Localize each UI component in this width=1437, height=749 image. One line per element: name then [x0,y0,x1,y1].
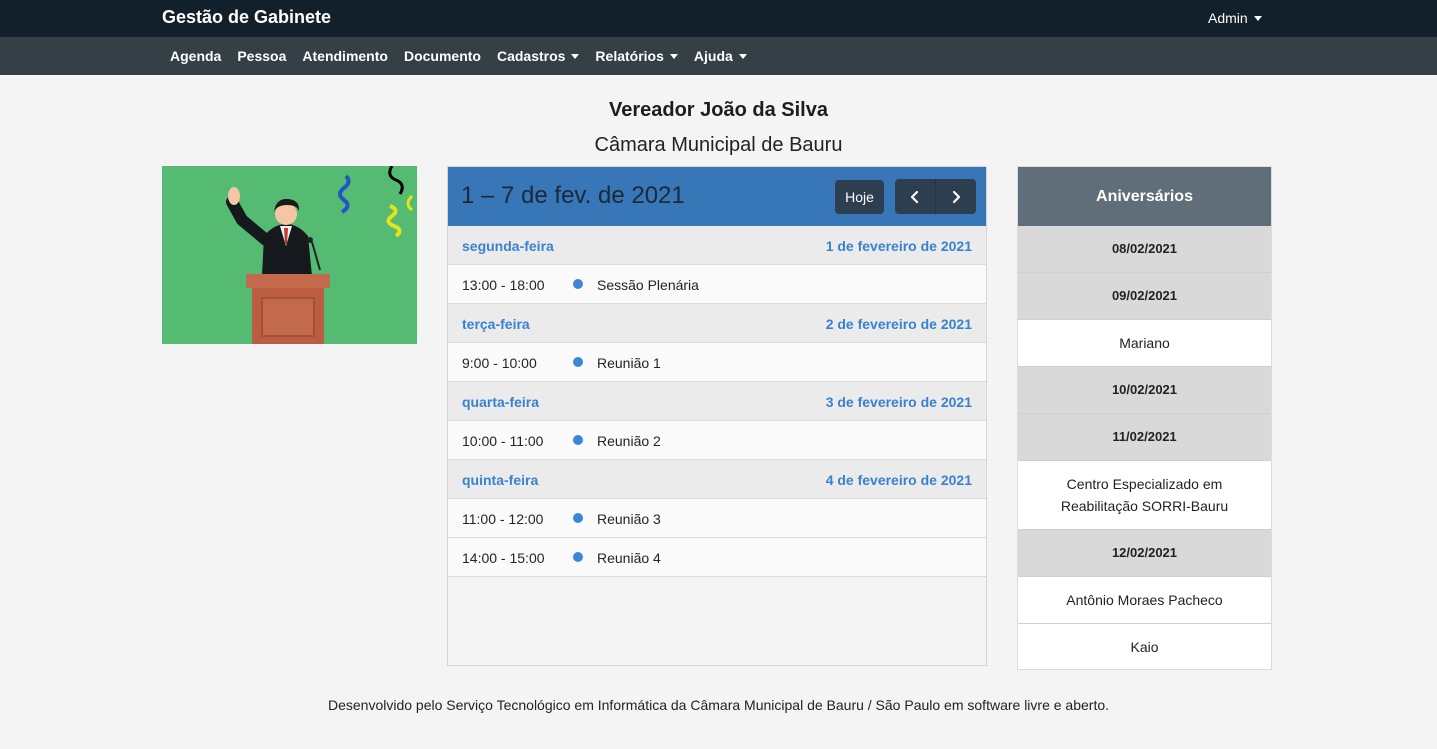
event-time: 11:00 - 12:00 [462,511,544,527]
nav-item-cadastros[interactable]: Cadastros [496,48,580,64]
event-time: 13:00 - 18:00 [462,277,545,293]
nav-item-label: Ajuda [693,48,733,64]
calendar-event[interactable]: 10:00 - 11:00 Reunião 2 [448,421,986,460]
chevron-right-icon [952,190,960,203]
caret-down-icon [1253,15,1262,21]
nav-item-label: Documento [403,48,481,64]
nav-item-atendimento[interactable]: Atendimento [302,48,388,64]
event-dot-icon [573,357,583,367]
day-date[interactable]: 1 de fevereiro de 2021 [826,238,972,254]
councilor-illustration [162,166,417,344]
user-menu[interactable]: Admin [1208,10,1262,26]
event-title: Reunião 3 [597,511,661,527]
next-week-button[interactable] [935,179,975,214]
calendar-event[interactable]: 11:00 - 12:00 Reunião 3 [448,499,986,538]
footer-link[interactable]: Câmara Municipal de Bauru [690,697,864,713]
birthday-date: 12/02/2021 [1018,530,1271,577]
prev-week-button[interactable] [895,179,935,214]
nav-list: Agenda Pessoa Atendimento Documento Cadastro… [170,37,763,75]
nav-item-label: Cadastros [496,48,566,64]
nav-item-agenda[interactable]: Agenda [170,48,221,64]
nav-item-label: Agenda [170,48,222,64]
event-dot-icon [573,513,583,523]
birthday-person: Kaio [1018,624,1271,669]
user-menu-label: Admin [1208,10,1248,26]
day-date[interactable]: 3 de fevereiro de 2021 [826,394,972,410]
calendar-event[interactable]: 9:00 - 10:00 Reunião 1 [448,343,986,382]
footer: Desenvolvido pelo Serviço Tecnológico em… [0,697,1437,713]
event-time: 14:00 - 15:00 [462,550,545,566]
event-title: Reunião 1 [597,355,661,371]
day-weekday[interactable]: segunda-feira [462,238,554,254]
event-title: Reunião 2 [597,433,661,449]
birthday-date: 09/02/2021 [1018,273,1271,320]
nav-item-label: Pessoa [237,48,287,64]
brand-title[interactable]: Gestão de Gabinete [162,7,331,28]
day-date[interactable]: 4 de fevereiro de 2021 [826,472,972,488]
day-weekday[interactable]: terça-feira [462,316,530,332]
event-time: 10:00 - 11:00 [462,433,544,449]
speaker-at-podium-illustration [162,166,417,344]
birthday-date: 11/02/2021 [1018,414,1271,461]
nav-item-pessoa[interactable]: Pessoa [237,48,286,64]
nav-item-documento[interactable]: Documento [404,48,481,64]
birthday-person: Mariano [1018,320,1271,367]
calendar-event[interactable]: 14:00 - 15:00 Reunião 4 [448,538,986,577]
calendar-event[interactable]: 13:00 - 18:00 Sessão Plenária [448,265,986,304]
event-dot-icon [573,279,583,289]
page-title: Vereador João da Silva [0,99,1437,122]
calendar-range-title: 1 – 7 de fev. de 2021 [461,182,685,209]
day-weekday[interactable]: quarta-feira [462,394,539,410]
event-time: 9:00 - 10:00 [462,355,537,371]
caret-down-icon [669,53,678,59]
title-role: Vereador [608,99,701,121]
day-date[interactable]: 2 de fevereiro de 2021 [826,316,972,332]
event-dot-icon [573,435,583,445]
chevron-left-icon [910,190,919,203]
agenda-calendar: 1 – 7 de fev. de 2021 Hoje segunda-feira… [447,166,987,666]
title-name: João da Silva [700,99,828,121]
birthday-person: Centro Especializado em Reabilitação SOR… [1018,461,1271,530]
birthday-person: Antônio Moraes Pacheco [1018,577,1271,624]
calendar-day-header: segunda-feira 1 de fevereiro de 2021 [448,226,986,265]
calendar-day-header: quinta-feira 4 de fevereiro de 2021 [448,460,986,499]
event-title: Reunião 4 [597,550,661,566]
caret-down-icon [571,53,580,59]
calendar-list: segunda-feira 1 de fevereiro de 2021 13:00… [448,226,986,577]
birthday-date: 10/02/2021 [1018,367,1271,414]
event-dot-icon [573,552,583,562]
birthdays-list: 08/02/2021 09/02/2021 Mariano 10/02/2021 11/… [1018,226,1271,669]
calendar-nav-buttons [895,179,976,214]
day-weekday[interactable]: quinta-feira [462,472,538,488]
nav-item-label: Atendimento [302,48,388,64]
footer-text-before: Desenvolvido pelo Serviço Tecnológico em… [327,697,691,713]
calendar-toolbar: 1 – 7 de fev. de 2021 Hoje [448,167,986,226]
footer-text-after: / São Paulo em software livre e aberto. [863,697,1110,713]
page-subtitle: Câmara Municipal de Bauru [594,134,843,156]
calendar-day-header: quarta-feira 3 de fevereiro de 2021 [448,382,986,421]
nav-item-label: Relatórios [595,48,664,64]
nav-item-relatorios[interactable]: Relatórios [595,48,678,64]
main-nav: Agenda Pessoa Atendimento Documento Cadastro… [0,37,1437,75]
birthdays-panel: Aniversários 08/02/2021 09/02/2021 Mariano… [1017,166,1272,670]
nav-item-ajuda[interactable]: Ajuda [694,48,747,64]
today-button[interactable]: Hoje [835,180,884,214]
top-bar: Gestão de Gabinete Admin [0,0,1437,37]
birthdays-title: Aniversários [1018,167,1271,226]
event-title: Sessão Plenária [597,277,699,293]
calendar-day-header: terça-feira 2 de fevereiro de 2021 [448,304,986,343]
birthday-date: 08/02/2021 [1018,226,1271,273]
caret-down-icon [738,53,747,59]
